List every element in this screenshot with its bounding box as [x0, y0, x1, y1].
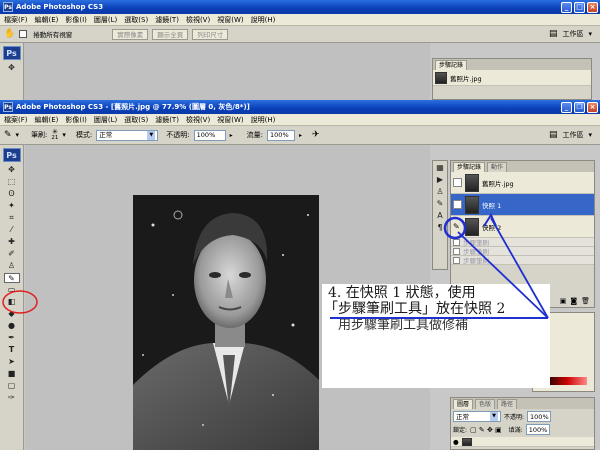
annotation-overlay: [2, 212, 549, 319]
blue-arrow-line-left: [457, 231, 549, 319]
blue-arrow-line-right: [490, 217, 549, 319]
blue-arrowhead: [483, 212, 497, 227]
red-circle-annotation: [2, 290, 38, 314]
